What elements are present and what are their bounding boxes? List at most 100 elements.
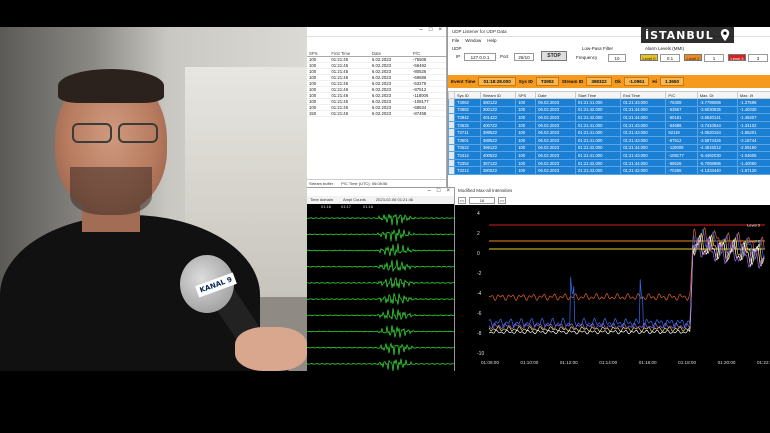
table-cell: 06.02.2023 bbox=[535, 98, 577, 107]
close-button[interactable]: × bbox=[446, 188, 450, 196]
table-cell: 150 bbox=[307, 110, 330, 118]
level-0-input[interactable]: 0.1 bbox=[660, 54, 680, 62]
table-cell: -1.34102 bbox=[736, 120, 770, 130]
table-cell: 01:21:41.000 bbox=[575, 128, 622, 137]
table-cell: 01:21:42.000 bbox=[575, 158, 622, 168]
seismogram-timestamp: 2023-02-06 01:21:46 bbox=[375, 197, 414, 202]
table-cell: 06.02.2023 bbox=[535, 105, 577, 115]
minimize-button[interactable]: – bbox=[420, 27, 423, 36]
table-row[interactable]: T3212 3800Z2 100 06.02.2023 01:21:43.000 01:2… bbox=[448, 166, 770, 175]
window-number-input[interactable]: 16 bbox=[469, 196, 495, 204]
column-header[interactable]: Max. I/t bbox=[736, 91, 770, 99]
table-cell: T3711 bbox=[454, 128, 481, 137]
intensity-plot: 4 2 0 -2 -4 -6 -8 -10 01:08:00 01:10:00 01:12:00 01… bbox=[455, 205, 770, 371]
column-header[interactable]: Sys ID bbox=[454, 91, 481, 99]
domain-selector[interactable]: Time domain bbox=[310, 197, 333, 203]
port-input[interactable]: 26/10 bbox=[514, 53, 534, 61]
udp-listener-window: UDP Listener for UDP Data File Window He… bbox=[447, 27, 770, 187]
seismogram-trace bbox=[307, 243, 454, 257]
level-3-input[interactable]: 3 bbox=[748, 54, 768, 62]
seismogram-trace bbox=[307, 358, 454, 371]
x-tick-label: 01:12:00 bbox=[560, 360, 578, 365]
time-tick: 01:18 bbox=[363, 204, 374, 209]
stream-id-value: 398322 bbox=[586, 77, 612, 86]
column-header[interactable]: Stream ID bbox=[479, 91, 517, 99]
table-row[interactable]: T3601 3885Z2 100 06.02.2023 01:21:41.000 01:2… bbox=[448, 135, 770, 145]
prev-button[interactable]: << bbox=[458, 196, 466, 204]
event-time-value: 01:18:28.000 bbox=[478, 77, 516, 86]
table-cell: -3.6030835 bbox=[696, 105, 738, 115]
seismogram-trace bbox=[307, 213, 454, 226]
table-cell: 06.02.2023 bbox=[535, 120, 577, 130]
frequency-input[interactable]: 10 bbox=[608, 54, 626, 62]
stop-button[interactable]: STOP bbox=[541, 51, 567, 61]
status-buffer: Stream buffer bbox=[309, 181, 334, 186]
table-row[interactable]: T3522 3991Z2 100 06.02.2023 01:21:42.000 01:2… bbox=[448, 143, 770, 153]
lowpass-label: Low-Pass Filter bbox=[582, 46, 614, 51]
table-cell: 01:21:42.000 bbox=[575, 143, 622, 153]
column-header[interactable]: Date bbox=[535, 91, 577, 99]
glasses-right-lens bbox=[118, 123, 158, 143]
column-header[interactable]: Max. Dt bbox=[696, 91, 738, 99]
table-cell: 100 bbox=[515, 128, 537, 137]
seismogram-trace bbox=[307, 259, 454, 273]
table-row[interactable]: T3942 4014Z2 100 06.02.2023 01:21:42.000 01:2… bbox=[448, 113, 770, 122]
column-header[interactable]: End Time bbox=[620, 91, 667, 99]
threshold-label: Level 3 bbox=[747, 223, 761, 228]
table-cell: T3522 bbox=[454, 143, 481, 153]
amplitude-selector[interactable]: Ampl Counts bbox=[343, 197, 366, 203]
menu-help[interactable]: Help bbox=[487, 38, 496, 44]
table-cell: 01:21:44.000 bbox=[620, 113, 667, 122]
location-overlay: İSTANBUL bbox=[641, 27, 734, 43]
minimize-button[interactable]: – bbox=[428, 188, 431, 196]
person-hair bbox=[58, 69, 164, 103]
table-cell: -70285 bbox=[665, 166, 698, 175]
table-cell: 3001Z2 bbox=[479, 105, 517, 115]
table-cell: -3.5874426 bbox=[696, 135, 738, 145]
table-row[interactable]: T4062 3801Z2 100 06.02.2023 01:21:41.000 01:2… bbox=[448, 98, 770, 107]
table-row[interactable]: T3632 4007Z2 100 06.02.2023 01:21:41.000 01:2… bbox=[448, 120, 770, 130]
level-2-input[interactable]: 1 bbox=[704, 54, 724, 62]
table-row[interactable]: 150 01:21:46 6.02.2023 -87458 bbox=[307, 110, 446, 118]
table-cell: 100 bbox=[515, 166, 537, 175]
maximize-button[interactable]: □ bbox=[429, 27, 433, 36]
seismogram-trace bbox=[307, 325, 454, 338]
table-cell: T3882 bbox=[454, 105, 481, 115]
seismogram-trace bbox=[307, 342, 454, 356]
time-tick: 01:16 bbox=[321, 204, 332, 209]
table-cell: -68526 bbox=[665, 158, 698, 168]
table-cell: 01:21:44.000 bbox=[620, 158, 667, 168]
maximize-button[interactable]: □ bbox=[437, 188, 441, 196]
time-tick: 01:17 bbox=[341, 204, 352, 209]
table-cell: 01:21:43.000 bbox=[620, 120, 667, 130]
table-cell: 01:21:44.000 bbox=[620, 143, 667, 153]
menu-file[interactable]: File bbox=[452, 38, 459, 44]
close-button[interactable]: × bbox=[438, 27, 442, 36]
table-row[interactable]: T3412 4005Z2 100 06.02.2023 01:21:41.000 01:2… bbox=[448, 151, 770, 160]
table-cell: T3632 bbox=[454, 120, 481, 130]
seismogram-trace bbox=[307, 228, 454, 242]
table-cell: 01:21:43.000 bbox=[620, 151, 667, 160]
column-header[interactable]: Start Time bbox=[575, 91, 622, 99]
seismogram-trace bbox=[307, 293, 454, 305]
x-tick-label: 01:22:00 bbox=[757, 360, 770, 365]
table-cell: -1.04605 bbox=[736, 151, 770, 160]
table-row[interactable]: T3711 3985Z2 100 06.02.2023 01:21:41.000 01:2… bbox=[448, 128, 770, 137]
table-cell: -2.06150 bbox=[736, 143, 770, 153]
column-header[interactable]: SPS bbox=[515, 91, 537, 99]
frequency-label: Frequency bbox=[576, 55, 598, 60]
alarm-levels-label: Alarm Levels (MMI) bbox=[645, 46, 685, 51]
max-intensity-title: Modified Max-all Intensities bbox=[455, 187, 770, 195]
next-button[interactable]: >> bbox=[498, 196, 506, 204]
x-tick-label: 01:20:00 bbox=[718, 360, 736, 365]
y-tick-label: -4 bbox=[477, 291, 482, 297]
table-cell: -60181 bbox=[665, 113, 698, 122]
table-row[interactable]: T3352 3871Z2 100 06.02.2023 01:21:42.000 01:2… bbox=[448, 158, 770, 168]
table-row[interactable]: T3882 3001Z2 100 06.02.2023 01:21:42.000 01:2… bbox=[448, 105, 770, 115]
ip-input[interactable]: 127.0.0.1 bbox=[464, 53, 496, 61]
column-header[interactable]: P/C bbox=[665, 91, 698, 99]
table-cell: T3601 bbox=[454, 135, 481, 145]
max-intensity-window: Modified Max-all Intensities << 16 >> 4 2… bbox=[454, 187, 770, 371]
menu-window[interactable]: Window bbox=[465, 38, 481, 44]
table-cell: -5.7068986 bbox=[696, 158, 738, 168]
